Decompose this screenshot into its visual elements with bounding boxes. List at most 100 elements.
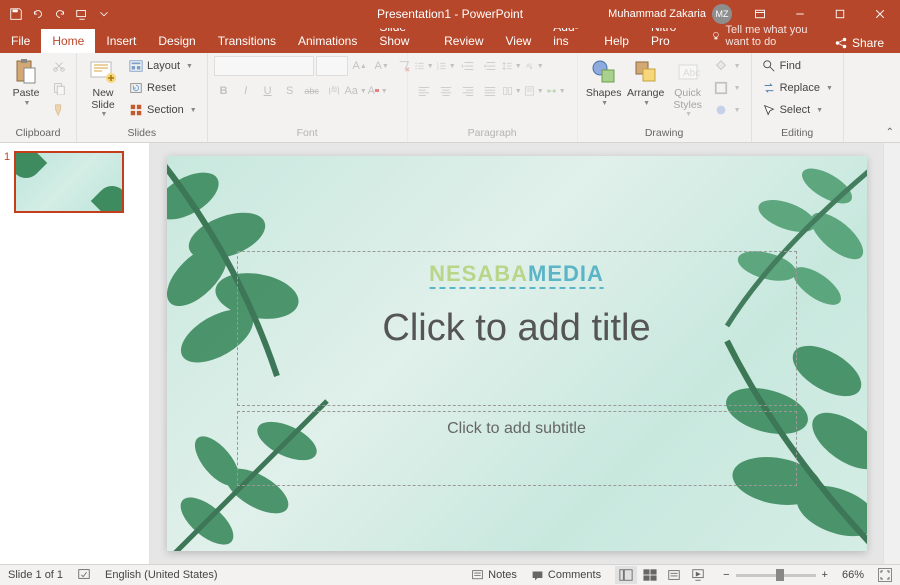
- cut-icon: [52, 59, 66, 73]
- align-left-icon[interactable]: [414, 81, 434, 101]
- zoom-in-icon[interactable]: +: [822, 569, 828, 581]
- collapse-ribbon-icon[interactable]: ⌃: [886, 127, 894, 138]
- slide-canvas[interactable]: NESABAMEDIA Click to add title Click to …: [167, 156, 867, 551]
- decrease-font-icon[interactable]: A▼: [372, 56, 392, 76]
- zoom-out-icon[interactable]: −: [723, 569, 729, 581]
- slide-editor[interactable]: NESABAMEDIA Click to add title Click to …: [150, 143, 883, 564]
- start-from-beginning-icon[interactable]: [72, 4, 92, 24]
- title-placeholder[interactable]: Click to add title: [237, 251, 797, 406]
- bullets-icon[interactable]: ▼: [414, 56, 434, 76]
- thumbnail-preview[interactable]: [14, 151, 124, 213]
- smartart-icon[interactable]: ▼: [546, 81, 566, 101]
- increase-indent-icon[interactable]: [480, 56, 500, 76]
- justify-icon[interactable]: [480, 81, 500, 101]
- italic-button[interactable]: I: [236, 81, 256, 101]
- align-center-icon[interactable]: [436, 81, 456, 101]
- decrease-indent-icon[interactable]: [458, 56, 478, 76]
- tab-file[interactable]: File: [0, 29, 41, 53]
- tab-transitions[interactable]: Transitions: [207, 29, 287, 53]
- group-label-paragraph: Paragraph: [414, 127, 571, 140]
- tab-home[interactable]: Home: [41, 29, 95, 53]
- font-color-icon[interactable]: A▼: [368, 81, 388, 101]
- shapes-button[interactable]: Shapes▼: [584, 56, 624, 109]
- svg-text:Abc: Abc: [683, 68, 700, 79]
- strike-button[interactable]: abc: [302, 81, 322, 101]
- save-icon[interactable]: [6, 4, 26, 24]
- quick-styles-button[interactable]: Abc Quick Styles▼: [668, 56, 708, 121]
- copy-button[interactable]: [48, 78, 70, 98]
- underline-button[interactable]: U: [258, 81, 278, 101]
- thumbnail-number: 1: [4, 151, 10, 213]
- new-slide-button[interactable]: New Slide▼: [83, 56, 123, 121]
- window-title: Presentation1 - PowerPoint: [377, 7, 523, 21]
- section-button[interactable]: Section▼: [125, 100, 201, 120]
- comments-button[interactable]: Comments: [531, 569, 601, 582]
- tab-design[interactable]: Design: [147, 29, 206, 53]
- tab-animations[interactable]: Animations: [287, 29, 368, 53]
- line-spacing-icon[interactable]: ▼: [502, 56, 522, 76]
- redo-icon[interactable]: [50, 4, 70, 24]
- tab-view[interactable]: View: [495, 29, 543, 53]
- lightbulb-icon: [711, 29, 721, 43]
- share-button[interactable]: Share: [826, 33, 892, 53]
- bold-button[interactable]: B: [214, 81, 234, 101]
- subtitle-placeholder[interactable]: Click to add subtitle: [237, 411, 797, 486]
- tab-help[interactable]: Help: [593, 29, 640, 53]
- select-button[interactable]: Select▼: [758, 100, 837, 120]
- language-indicator[interactable]: English (United States): [105, 569, 218, 581]
- align-text-icon[interactable]: ▼: [524, 81, 544, 101]
- tell-me-search[interactable]: Tell me what you want to do: [706, 19, 826, 53]
- align-right-icon[interactable]: [458, 81, 478, 101]
- tab-review[interactable]: Review: [433, 29, 494, 53]
- char-spacing-icon[interactable]: AV: [324, 81, 344, 101]
- reset-button[interactable]: Reset: [125, 78, 201, 98]
- find-button[interactable]: Find: [758, 56, 837, 76]
- font-size-combo[interactable]: [316, 56, 348, 76]
- slide-thumbnail-pane[interactable]: 1: [0, 143, 150, 564]
- qat-dropdown-icon[interactable]: [94, 4, 114, 24]
- undo-icon[interactable]: [28, 4, 48, 24]
- columns-icon[interactable]: ▼: [502, 81, 522, 101]
- change-case-icon[interactable]: Aa▼: [346, 81, 366, 101]
- zoom-level[interactable]: 66%: [842, 569, 864, 581]
- arrange-button[interactable]: Arrange▼: [626, 56, 666, 109]
- group-drawing: Shapes▼ Arrange▼ Abc Quick Styles▼ ▼ ▼ ▼…: [578, 53, 752, 142]
- reading-view-icon[interactable]: [663, 566, 685, 584]
- slideshow-view-icon[interactable]: [687, 566, 709, 584]
- layout-button[interactable]: Layout▼: [125, 56, 201, 76]
- paste-button[interactable]: Paste▼: [6, 56, 46, 109]
- user-name[interactable]: Muhammad Zakaria: [608, 8, 706, 20]
- subtitle-text: Click to add subtitle: [447, 420, 586, 438]
- reset-icon: [129, 81, 143, 95]
- vertical-scrollbar[interactable]: [883, 143, 900, 564]
- notes-button[interactable]: Notes: [471, 569, 517, 582]
- ribbon: Paste▼ Clipboard New Slide▼ Layout▼ Rese…: [0, 53, 900, 143]
- slide-sorter-icon[interactable]: [639, 566, 661, 584]
- numbering-icon[interactable]: 123▼: [436, 56, 456, 76]
- normal-view-icon[interactable]: [615, 566, 637, 584]
- zoom-track[interactable]: [736, 574, 816, 577]
- zoom-slider[interactable]: − +: [723, 569, 828, 581]
- shape-outline-button[interactable]: ▼: [710, 78, 745, 98]
- text-direction-icon[interactable]: A▼: [524, 56, 544, 76]
- fit-to-window-icon[interactable]: [878, 568, 892, 582]
- close-icon[interactable]: [860, 0, 900, 28]
- shape-effects-button[interactable]: ▼: [710, 100, 745, 120]
- shape-outline-icon: [714, 81, 728, 95]
- format-painter-button[interactable]: [48, 100, 70, 120]
- tab-insert[interactable]: Insert: [95, 29, 147, 53]
- spellcheck-icon[interactable]: [77, 567, 91, 584]
- new-slide-icon: [89, 58, 117, 86]
- cut-button[interactable]: [48, 56, 70, 76]
- replace-button[interactable]: Replace▼: [758, 78, 837, 98]
- shape-fill-button[interactable]: ▼: [710, 56, 745, 76]
- thumbnail-1[interactable]: 1: [4, 151, 145, 213]
- group-label-font: Font: [214, 127, 401, 140]
- slide-counter[interactable]: Slide 1 of 1: [8, 569, 63, 581]
- maximize-icon[interactable]: [820, 0, 860, 28]
- font-family-combo[interactable]: [214, 56, 314, 76]
- shadow-button[interactable]: S: [280, 81, 300, 101]
- svg-text:AV: AV: [331, 86, 338, 92]
- tell-me-label: Tell me what you want to do: [726, 24, 821, 48]
- increase-font-icon[interactable]: A▲: [350, 56, 370, 76]
